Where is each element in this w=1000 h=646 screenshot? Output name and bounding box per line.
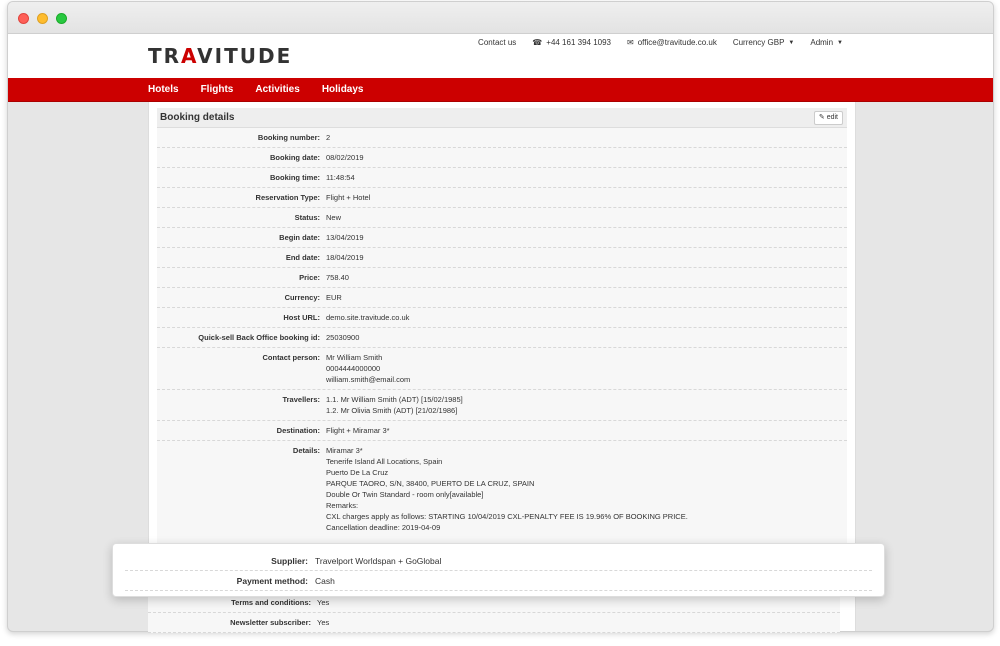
detail-value: 18/04/2019 (326, 253, 364, 262)
detail-value: 11:48:54 (326, 173, 355, 182)
detail-row: Booking date: 08/02/2019 (157, 148, 847, 168)
browser-window: TRAVITUDE Contact us ☎ +44 161 394 1093 ✉… (7, 1, 994, 632)
contact-label: Contact us (478, 38, 517, 47)
panel-title: Booking details (160, 112, 235, 123)
phone-link[interactable]: ☎ +44 161 394 1093 (532, 38, 611, 47)
top-utility-bar: Contact us ☎ +44 161 394 1093 ✉ office@tra… (478, 38, 843, 47)
detail-row: Contact person: Mr William Smith 00044440… (157, 348, 847, 390)
detail-value: New (326, 213, 342, 222)
detail-value: Yes (317, 598, 330, 607)
detail-row: End date: 18/04/2019 (157, 248, 847, 268)
detail-value: Travelport Worldspan + GoGlobal (315, 555, 442, 566)
edit-button[interactable]: ✎ edit (813, 111, 843, 125)
detail-row: Reservation Type: Flight + Hotel (157, 188, 847, 208)
nav-item-flights[interactable]: Flights (201, 78, 234, 101)
currency-dropdown[interactable]: Currency GBP ▼ (733, 38, 795, 47)
detail-value: 2 (326, 133, 331, 142)
caret-down-icon: ▼ (837, 39, 843, 46)
detail-row: Payment method: Cash (125, 571, 872, 591)
booking-details-footer: Terms and conditions: Yes Newsletter subsc… (148, 593, 840, 633)
admin-dropdown[interactable]: Admin ▼ (810, 38, 843, 47)
detail-value: Flight + Miramar 3* (326, 426, 390, 435)
detail-label: Payment method: (236, 575, 308, 586)
maximize-window-button[interactable] (56, 13, 67, 24)
detail-label: Reservation Type: (255, 193, 320, 202)
detail-value: Flight + Hotel (326, 193, 371, 202)
edit-label: edit (826, 114, 838, 121)
detail-value: 758.40 (326, 273, 349, 282)
detail-row: Destination: Flight + Miramar 3* (157, 421, 847, 441)
detail-row: Supplier: Travelport Worldspan + GoGlobal (125, 551, 872, 571)
nav-item-holidays[interactable]: Holidays (322, 78, 364, 101)
currency-label: Currency GBP (732, 38, 785, 47)
edit-icon: ✎ (818, 114, 825, 121)
email-label: office@travitude.co.uk (637, 38, 717, 47)
minimize-window-button[interactable] (37, 13, 48, 24)
detail-value: Yes (317, 618, 330, 627)
detail-value: 1.1. Mr William Smith (ADT) [15/02/1985]… (326, 395, 463, 415)
detail-row: Host URL: demo.site.travitude.co.uk (157, 308, 847, 328)
detail-label: Begin date: (279, 233, 320, 242)
detail-value: EUR (326, 293, 342, 302)
detail-label: Booking number: (257, 133, 320, 142)
nav-item-activities[interactable]: Activities (255, 78, 299, 101)
detail-row: Travellers: 1.1. Mr William Smith (ADT) [… (157, 390, 847, 421)
nav-item-hotels[interactable]: Hotels (148, 78, 179, 101)
detail-label: Newsletter subscriber: (230, 618, 311, 627)
detail-value: Mr William Smith 0004444000000 william.s… (326, 353, 411, 384)
detail-value: 08/02/2019 (326, 153, 364, 162)
envelope-icon: ✉ (627, 38, 634, 47)
supplier-payment-card: Supplier: Travelport Worldspan + GoGlobal… (112, 543, 885, 597)
phone-label: +44 161 394 1093 (546, 38, 611, 47)
detail-row: Newsletter subscriber: Yes (148, 613, 840, 633)
detail-label: Contact person: (262, 353, 320, 362)
email-link[interactable]: ✉ office@travitude.co.uk (627, 38, 717, 47)
caret-down-icon: ▼ (788, 39, 795, 46)
detail-label: Price: (299, 273, 320, 282)
detail-label: End date: (285, 253, 320, 262)
detail-label: Host URL: (283, 313, 320, 322)
detail-label: Booking time: (270, 173, 320, 182)
contact-link[interactable]: Contact us (478, 38, 516, 47)
detail-label: Supplier: (271, 555, 308, 566)
detail-value: 13/04/2019 (326, 233, 364, 242)
detail-row: Begin date: 13/04/2019 (157, 228, 847, 248)
detail-value: Cash (315, 575, 335, 586)
main-nav: Hotels Flights Activities Holidays (8, 78, 993, 102)
detail-label: Status: (294, 213, 320, 222)
detail-label: Currency: (284, 293, 320, 302)
detail-value: 25030900 (326, 333, 360, 342)
detail-label: Terms and conditions: (231, 598, 311, 607)
close-window-button[interactable] (18, 13, 29, 24)
booking-details-list: Booking number: 2 Booking date: 08/02/2019 B… (157, 128, 847, 593)
detail-row: Quick-sell Back Office booking id: 250309… (157, 328, 847, 348)
detail-row: Price: 758.40 (157, 268, 847, 288)
detail-row: Booking number: 2 (157, 128, 847, 148)
site-header: TRAVITUDE Contact us ☎ +44 161 394 1093 ✉… (8, 34, 993, 78)
detail-label: Quick-sell Back Office booking id: (198, 333, 320, 342)
detail-label: Destination: (276, 426, 320, 435)
detail-row: Booking time: 11:48:54 (157, 168, 847, 188)
detail-row: Status: New (157, 208, 847, 228)
travitude-logo[interactable]: TRAVITUDE (148, 44, 292, 68)
panel-header: Booking details ✎ edit (157, 108, 847, 128)
detail-value: demo.site.travitude.co.uk (326, 313, 410, 322)
detail-label: Booking date: (270, 153, 320, 162)
admin-label: Admin (810, 38, 834, 47)
phone-icon: ☎ (532, 38, 543, 47)
window-titlebar (8, 2, 993, 34)
detail-label: Travellers: (282, 395, 320, 404)
detail-row: Currency: EUR (157, 288, 847, 308)
